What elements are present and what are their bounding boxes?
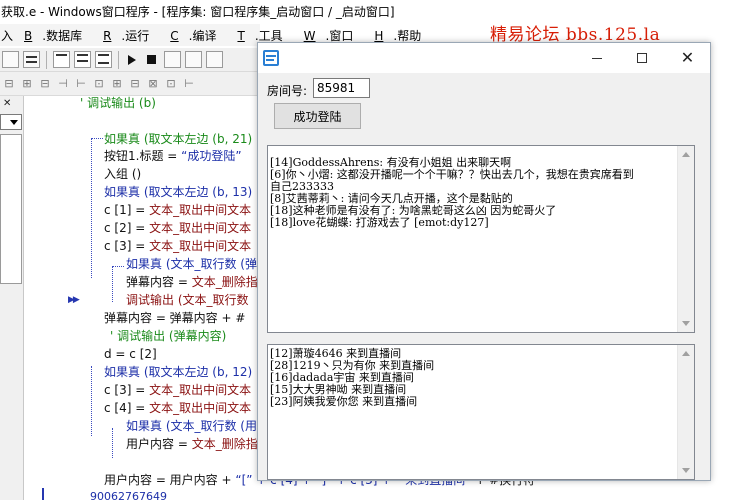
code-line: d = c [2] (104, 347, 157, 361)
code-line: 用户内容 = 文本_删除指 (126, 437, 258, 451)
code-line: 如果真 (取文本左边 (b, 12) (104, 365, 253, 379)
layout-grid-icon[interactable] (95, 51, 112, 68)
enter-message: [23]阿姨我爱你您 来到直播间 (270, 395, 418, 408)
size-icon[interactable]: ⊡ (92, 77, 106, 91)
panel-close-icon[interactable]: ✕ (3, 98, 11, 109)
close-button[interactable]: ✕ (665, 43, 710, 73)
breakpoint-arrow-icon: ▶▶ (68, 295, 80, 305)
size-icon[interactable]: ⊞ (110, 77, 124, 91)
code-line: c [3] = 文本_取出中间文本 (104, 383, 252, 397)
code-line: ' 调试输出 (弹幕内容) (110, 329, 227, 343)
ide-title: 获取.e - Windows窗口程序 - [程序集: 窗口程序集_启动窗口 / … (1, 4, 395, 19)
align-left-icon[interactable]: ⊟ (2, 77, 16, 91)
chat-message: [18]love花蝴蝶: 打游戏去了 [emot:dy127] (270, 216, 489, 229)
align-center-icon[interactable]: ⊞ (20, 77, 34, 91)
maximize-icon (636, 53, 647, 63)
code-line: 如果真 (文本_取行数 (弹 (126, 257, 257, 271)
code-line: c [1] = 文本_取出中间文本 (104, 203, 252, 217)
ide-menu-bar: 入 B .数据库 R .运行 C .编译 T .工具 W .窗口 H .帮助 (0, 24, 421, 46)
object-list[interactable] (0, 134, 22, 284)
layout-split-icon[interactable] (74, 51, 91, 68)
code-line: 如果真 (文本_取行数 (用 (126, 419, 257, 433)
menu-compile[interactable]: C .编译 (169, 27, 226, 44)
spacing-icon[interactable]: ⊢ (74, 77, 88, 91)
maximize-button[interactable] (619, 43, 664, 73)
code-line: 90062767649 (90, 490, 167, 500)
code-line: 按钮1.标题 = “成功登陆” (104, 149, 242, 163)
toolbar-button[interactable] (206, 51, 223, 68)
enter-scrollbar[interactable] (677, 345, 694, 479)
login-button[interactable]: 成功登陆 (274, 103, 361, 129)
order-icon[interactable]: ⊢ (182, 77, 196, 91)
size-icon[interactable]: ⊟ (128, 77, 142, 91)
close-icon: ✕ (680, 48, 695, 67)
room-id-input[interactable] (313, 78, 370, 98)
layout-icon[interactable] (53, 51, 70, 68)
ide-toolbar-1 (0, 48, 260, 72)
stop-icon[interactable] (147, 55, 156, 64)
menu-run[interactable]: R .运行 (102, 27, 159, 44)
scroll-up-icon[interactable] (682, 152, 690, 157)
toolbar-button[interactable] (164, 51, 181, 68)
code-line: c [3] = 文本_取出中间文本 (104, 239, 252, 253)
chat-message-box[interactable]: [14]GoddessAhrens: 有没有小姐姐 出来聊天啊 [6]你丶小熠:… (267, 145, 695, 333)
toolbar-button[interactable] (2, 51, 19, 68)
toolbar-separator (46, 50, 47, 69)
gutter-marker (42, 488, 44, 500)
menu-window[interactable]: W .窗口 (303, 27, 364, 44)
scroll-down-icon[interactable] (682, 468, 690, 473)
ide-title-bar: 获取.e - Windows窗口程序 - [程序集: 窗口程序集_启动窗口 / … (0, 0, 742, 22)
toolbar-separator (118, 50, 119, 69)
code-line: 调试输出 (文本_取行数 (126, 293, 249, 307)
order-icon[interactable]: ⊡ (164, 77, 178, 91)
app-icon (263, 50, 279, 66)
menu-tools[interactable]: T .工具 (236, 27, 292, 44)
code-line: 如果真 (取文本左边 (b, 21) (104, 132, 253, 146)
minimize-button[interactable] (574, 43, 619, 73)
code-line: 如果真 (取文本左边 (b, 13) (104, 185, 253, 199)
scroll-up-icon[interactable] (682, 351, 690, 356)
left-panel: ✕ (0, 96, 24, 500)
scroll-down-icon[interactable] (682, 321, 690, 326)
toolbar-button[interactable] (185, 51, 202, 68)
code-line: 弹幕内容 = 文本_删除指 (126, 275, 258, 289)
window-title-bar[interactable]: ✕ (258, 43, 710, 73)
enter-room-box[interactable]: [12]萧璇4646 来到直播间 [28]1219丶只为有你 来到直播间 [16… (267, 344, 695, 480)
chat-scrollbar[interactable] (677, 146, 694, 332)
spacing-icon[interactable]: ⊣ (56, 77, 70, 91)
program-window: ✕ 房间号: 成功登陆 [14]GoddessAhrens: 有没有小姐姐 出来… (257, 42, 711, 481)
code-line: c [2] = 文本_取出中间文本 (104, 221, 252, 235)
ide-toolbar-2: ⊟ ⊞ ⊟ ⊣ ⊢ ⊡ ⊞ ⊟ ⊠ ⊡ ⊢ (0, 72, 260, 96)
menu-fragment[interactable]: 入 (1, 27, 13, 44)
code-line: 入组 () (104, 167, 142, 181)
code-line: c [4] = 文本_取出中间文本 (104, 401, 252, 415)
run-icon[interactable] (128, 54, 136, 65)
minimize-icon (591, 57, 602, 59)
menu-help[interactable]: H .帮助 (373, 27, 431, 44)
room-id-label: 房间号: (267, 84, 308, 98)
code-line: 弹幕内容 = 弹幕内容 + # (104, 311, 246, 325)
align-right-icon[interactable]: ⊟ (38, 77, 52, 91)
print-preview-icon[interactable] (23, 51, 40, 68)
object-combo[interactable] (0, 114, 22, 130)
size-icon[interactable]: ⊠ (146, 77, 160, 91)
menu-database[interactable]: B .数据库 (23, 27, 92, 44)
code-line: ' 调试输出 (b) (80, 96, 156, 110)
